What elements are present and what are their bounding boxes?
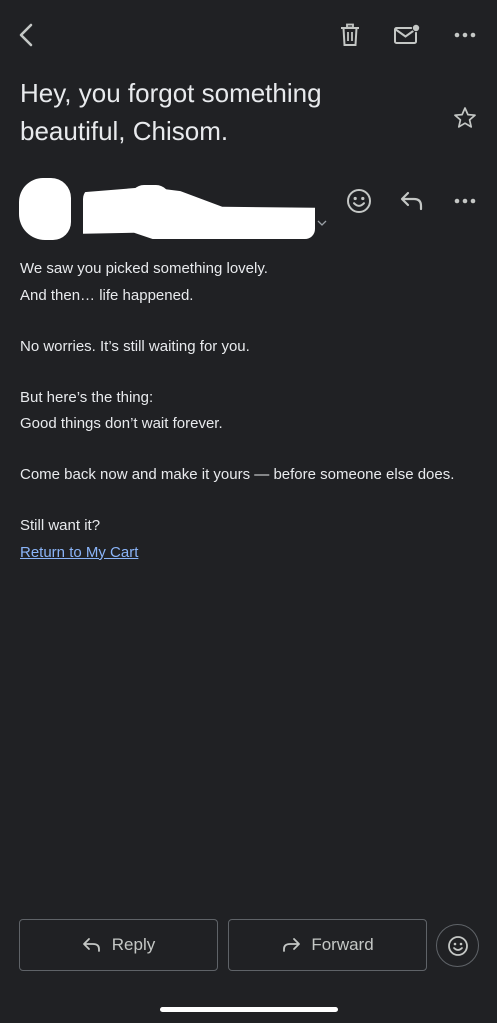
return-to-cart-link[interactable]: Return to My Cart bbox=[20, 544, 138, 561]
body-paragraph: No worries. It’s still waiting for you. bbox=[20, 334, 475, 361]
reply-icon bbox=[82, 938, 100, 952]
more-options-button[interactable] bbox=[445, 15, 485, 55]
mark-unread-button[interactable] bbox=[387, 15, 427, 55]
chevron-left-icon bbox=[19, 23, 33, 47]
more-horizontal-icon bbox=[454, 198, 476, 204]
body-line: Come back now and make it yours — before… bbox=[20, 466, 455, 483]
top-toolbar bbox=[0, 0, 497, 70]
body-paragraph: Come back now and make it yours — before… bbox=[20, 462, 475, 489]
forward-label: Forward bbox=[311, 935, 374, 954]
body-line: And then… life happened. bbox=[20, 286, 194, 304]
emoji-reaction-button[interactable] bbox=[436, 924, 479, 967]
star-outline-icon bbox=[454, 107, 476, 128]
home-indicator[interactable] bbox=[160, 1007, 338, 1012]
more-horizontal-icon bbox=[454, 32, 476, 38]
sender-row bbox=[0, 175, 497, 250]
body-line: No worries. It’s still waiting for you. bbox=[20, 337, 250, 355]
email-subject: Hey, you forgot something beautiful, Chi… bbox=[20, 78, 322, 146]
message-more-button[interactable] bbox=[445, 181, 485, 221]
body-line: We saw you picked something lovely. bbox=[20, 260, 268, 277]
sender-details-toggle[interactable] bbox=[312, 213, 332, 233]
reply-button-header[interactable] bbox=[392, 181, 432, 221]
body-line: Good things don’t wait forever. bbox=[20, 415, 223, 432]
body-paragraph: We saw you picked something lovely. And … bbox=[20, 256, 475, 309]
smiley-icon bbox=[347, 189, 371, 213]
body-paragraph: But here’s the thing: Good things don’t … bbox=[20, 385, 475, 438]
react-button[interactable] bbox=[339, 181, 379, 221]
forward-icon bbox=[283, 938, 301, 952]
closing-line: Still want it? bbox=[20, 517, 101, 534]
sender-name-redacted bbox=[83, 187, 315, 239]
mail-dot-icon bbox=[394, 23, 421, 44]
star-button[interactable] bbox=[445, 98, 485, 138]
sender-avatar-redacted bbox=[19, 178, 71, 240]
body-paragraph: Still want it? Return to My Cart bbox=[20, 513, 475, 566]
email-body: We saw you picked something lovely. And … bbox=[20, 256, 475, 566]
body-line: But here’s the thing: bbox=[20, 388, 154, 406]
forward-button[interactable]: Forward bbox=[228, 919, 427, 971]
back-button[interactable] bbox=[7, 15, 47, 55]
delete-button[interactable] bbox=[330, 15, 370, 55]
chevron-down-icon bbox=[317, 220, 327, 226]
reply-icon bbox=[400, 191, 423, 211]
smiley-icon bbox=[447, 935, 468, 956]
trash-icon bbox=[341, 23, 359, 46]
sender-name-redacted-part bbox=[130, 185, 170, 215]
reply-label: Reply bbox=[111, 935, 156, 954]
reply-button[interactable]: Reply bbox=[19, 919, 218, 971]
